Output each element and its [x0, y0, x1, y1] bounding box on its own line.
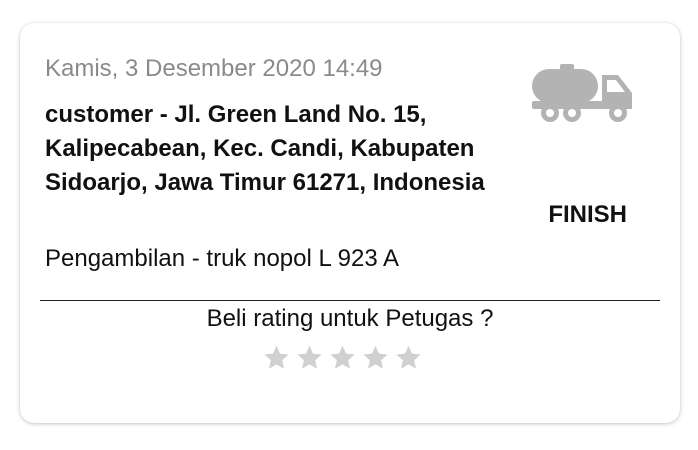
rating-prompt: Beli rating untuk Petugas ? [206, 305, 494, 332]
star-icon-4[interactable] [362, 344, 389, 371]
order-date: Kamis, 3 Desember 2020 14:49 [45, 55, 383, 82]
star-icon-5[interactable] [395, 344, 422, 371]
vehicle-info: Pengambilan - truk nopol L 923 A [45, 245, 400, 272]
divider [40, 300, 660, 301]
star-icon-2[interactable] [296, 344, 323, 371]
tanker-truck-icon [532, 64, 632, 122]
status-label: FINISH [548, 201, 627, 228]
star-icon-3[interactable] [329, 344, 356, 371]
rating-stars[interactable] [263, 344, 422, 371]
star-icon-1[interactable] [263, 344, 290, 371]
order-address: customer - Jl. Green Land No. 15, Kalipe… [45, 101, 485, 196]
